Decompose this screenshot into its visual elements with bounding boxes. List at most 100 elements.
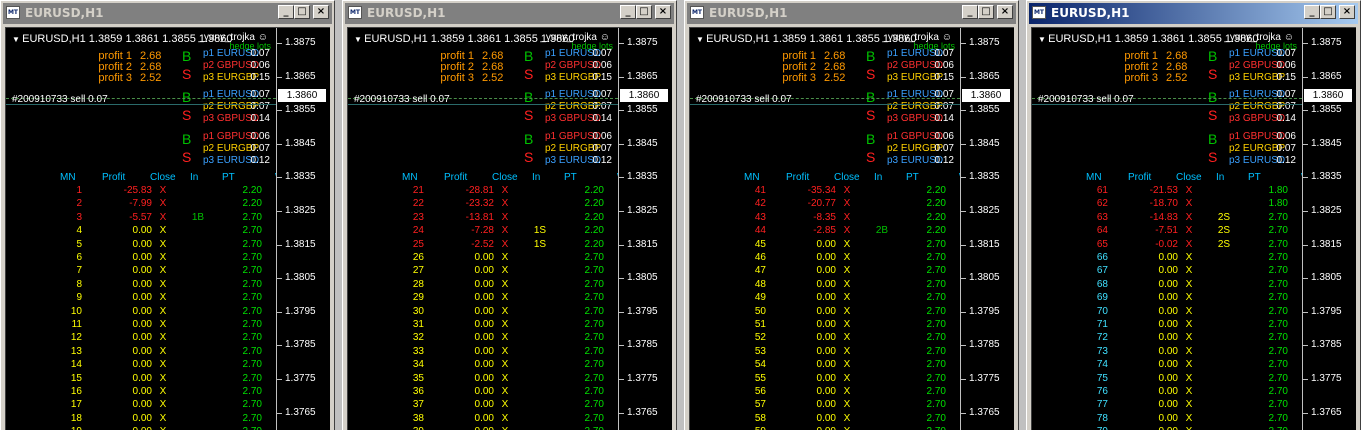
minimize-icon[interactable]: _ bbox=[1304, 5, 1320, 19]
axis-label: 1.3865 bbox=[627, 70, 658, 82]
maximize-icon[interactable]: □ bbox=[294, 5, 310, 19]
signal-b: B bbox=[866, 131, 876, 147]
table-cell: 0 bbox=[617, 400, 618, 410]
chart-area[interactable]: 1.3875 1.3865 1.3855 1.3845 1.3835 1.3825 1.38… bbox=[5, 27, 330, 430]
maximize-icon[interactable]: □ bbox=[636, 5, 652, 19]
price-axis: 1.3875 1.3865 1.3855 1.3845 1.3835 1.3825 1.38… bbox=[960, 28, 1014, 430]
axis-label: 1.3845 bbox=[627, 137, 658, 149]
signal-s: S bbox=[1208, 149, 1218, 165]
maximize-icon[interactable]: □ bbox=[978, 5, 994, 19]
table-cell: 10 bbox=[70, 305, 82, 317]
triangle-down-icon[interactable]: ▼ bbox=[12, 35, 22, 44]
axis-label: 1.3765 bbox=[969, 406, 1000, 418]
table-cell: 2.70 bbox=[584, 386, 604, 397]
table-cell: 2.70 bbox=[584, 399, 604, 411]
table-cell: 0.00 bbox=[1158, 319, 1178, 330]
mt4-chart-icon: MT bbox=[348, 6, 362, 19]
table-cell: 15 bbox=[70, 372, 82, 384]
signal-b: B bbox=[182, 48, 192, 64]
table-cell: X bbox=[159, 278, 167, 290]
table-cell: 9 bbox=[76, 292, 82, 304]
table-cell: X bbox=[159, 412, 167, 424]
table-cell: 0 bbox=[275, 360, 276, 370]
axis-tick bbox=[277, 345, 282, 347]
table-cell: 0 bbox=[959, 280, 960, 290]
table-cell: 41 bbox=[754, 185, 766, 196]
table-header: Profit bbox=[786, 172, 810, 183]
title-bar[interactable]: MT EURUSD,H1 _ □ × bbox=[3, 3, 332, 24]
chart-window: MT EURUSD,H1 _ □ × 1.3875 1.3865 1.3855 1.3845 1.… bbox=[684, 0, 1019, 430]
table-cell: 6 bbox=[76, 252, 82, 263]
title-bar[interactable]: MT EURUSD,H1 _ □ × bbox=[345, 3, 674, 24]
close-icon[interactable]: × bbox=[1339, 5, 1355, 19]
table-header: MN bbox=[1086, 172, 1102, 183]
triangle-down-icon[interactable]: ▼ bbox=[354, 35, 364, 44]
table-cell: 2.70 bbox=[242, 278, 262, 290]
axis-label: 1.3855 bbox=[285, 104, 316, 116]
table-cell: 0 bbox=[617, 226, 618, 236]
table-header: Profit bbox=[1128, 172, 1152, 183]
table-cell: 0.00 bbox=[132, 225, 152, 237]
table-cell: X bbox=[1185, 185, 1193, 196]
window-title: EURUSD,H1 bbox=[25, 6, 104, 20]
table-cell: 2.70 bbox=[1268, 332, 1288, 344]
table-cell: -7.99 bbox=[129, 198, 152, 210]
close-icon[interactable]: × bbox=[655, 5, 671, 19]
table-cell: 0 bbox=[1301, 374, 1302, 384]
table-cell: X bbox=[1185, 252, 1193, 263]
table-cell: 0.00 bbox=[132, 265, 152, 277]
table-cell: X bbox=[501, 292, 509, 304]
table-cell: X bbox=[1185, 225, 1193, 237]
table-cell: 2.70 bbox=[926, 372, 946, 384]
table-cell: 67 bbox=[1096, 265, 1108, 277]
table-cell: 2.70 bbox=[926, 292, 946, 304]
title-bar[interactable]: MT EURUSD,H1 _ □ × bbox=[1029, 3, 1358, 24]
pair-lots: 0.14 bbox=[1276, 113, 1296, 124]
pair-lots: 0.07 bbox=[250, 48, 270, 59]
maximize-icon[interactable]: □ bbox=[1320, 5, 1336, 19]
table-cell: X bbox=[501, 372, 509, 384]
chart-area[interactable]: 1.3875 1.3865 1.3855 1.3845 1.3835 1.3825 1.38… bbox=[1031, 27, 1356, 430]
chart-area[interactable]: 1.3875 1.3865 1.3855 1.3845 1.3835 1.3825 1.38… bbox=[347, 27, 672, 430]
table-cell: 45 bbox=[754, 238, 766, 250]
close-icon[interactable]: × bbox=[313, 5, 329, 19]
axis-tick bbox=[1303, 177, 1308, 179]
minimize-icon[interactable]: _ bbox=[278, 5, 294, 19]
table-cell: 4 bbox=[76, 225, 82, 237]
table-cell: 56 bbox=[754, 386, 766, 397]
table-header: Close bbox=[150, 172, 176, 183]
table-cell: X bbox=[501, 412, 509, 424]
profit-value: 2.52 bbox=[824, 72, 846, 84]
chart-area[interactable]: 1.3875 1.3865 1.3855 1.3845 1.3835 1.3825 1.38… bbox=[689, 27, 1014, 430]
signal-s: S bbox=[1208, 107, 1218, 123]
window-title: EURUSD,H1 bbox=[1051, 6, 1130, 20]
axis-label: 1.3835 bbox=[285, 171, 316, 183]
table-cell: 0 bbox=[1301, 253, 1302, 263]
axis-tick bbox=[277, 177, 282, 179]
table-cell: X bbox=[501, 319, 509, 330]
table-cell: X bbox=[1185, 345, 1193, 357]
title-bar[interactable]: MT EURUSD,H1 _ □ × bbox=[687, 3, 1016, 24]
table-cell: 28 bbox=[412, 278, 424, 290]
table-cell: X bbox=[501, 265, 509, 277]
minimize-icon[interactable]: _ bbox=[620, 5, 636, 19]
axis-tick bbox=[619, 278, 624, 280]
table-cell: 0.00 bbox=[132, 252, 152, 263]
minimize-icon[interactable]: _ bbox=[962, 5, 978, 19]
triangle-down-icon[interactable]: ▼ bbox=[696, 35, 706, 44]
table-cell: 0.00 bbox=[816, 238, 836, 250]
table-cell: 2.70 bbox=[926, 332, 946, 344]
table-cell: 0 bbox=[275, 374, 276, 384]
axis-tick bbox=[619, 244, 624, 246]
axis-label: 1.3815 bbox=[627, 238, 658, 250]
table-header: Wmax bbox=[617, 172, 618, 183]
table-cell: 0.00 bbox=[474, 265, 494, 277]
axis-label: 1.3875 bbox=[969, 37, 1000, 48]
table-cell: 22 bbox=[412, 198, 424, 210]
axis-label: 1.3825 bbox=[1311, 205, 1342, 216]
triangle-down-icon[interactable]: ▼ bbox=[1038, 35, 1048, 44]
close-icon[interactable]: × bbox=[997, 5, 1013, 19]
table-cell: 33 bbox=[412, 345, 424, 357]
table-cell: 0.00 bbox=[1158, 292, 1178, 304]
table-cell: X bbox=[159, 386, 167, 397]
